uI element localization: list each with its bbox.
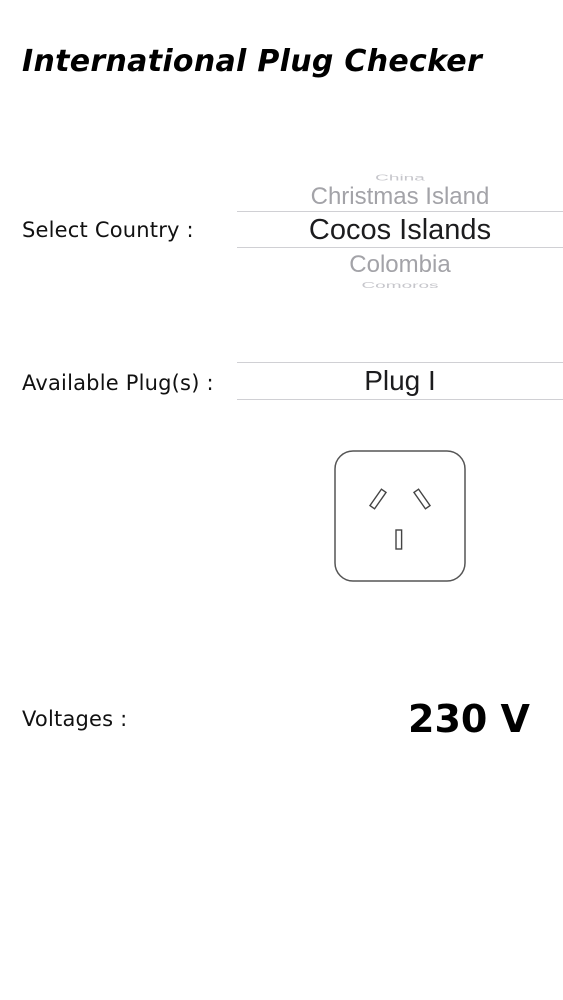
plug-picker[interactable]: Plug I: [237, 362, 563, 400]
country-option-selected[interactable]: Cocos Islands: [237, 212, 563, 248]
voltages-label: Voltages :: [22, 707, 128, 731]
select-country-label: Select Country :: [22, 218, 194, 242]
available-plugs-label: Available Plug(s) :: [22, 371, 214, 395]
country-option[interactable]: Christmas Island: [237, 182, 563, 212]
picker-selection-line: [237, 247, 563, 248]
country-picker[interactable]: China Christmas Island Cocos Islands Col…: [237, 160, 563, 294]
plug-type-i-socket-icon: [334, 450, 466, 582]
page-title: International Plug Checker: [22, 44, 483, 79]
plug-option-selected[interactable]: Plug I: [237, 363, 563, 399]
picker-selection-line: [237, 399, 563, 400]
country-option[interactable]: Comoros: [237, 280, 563, 292]
country-option[interactable]: Colombia: [237, 250, 563, 280]
voltage-value: 230 V: [408, 697, 530, 741]
